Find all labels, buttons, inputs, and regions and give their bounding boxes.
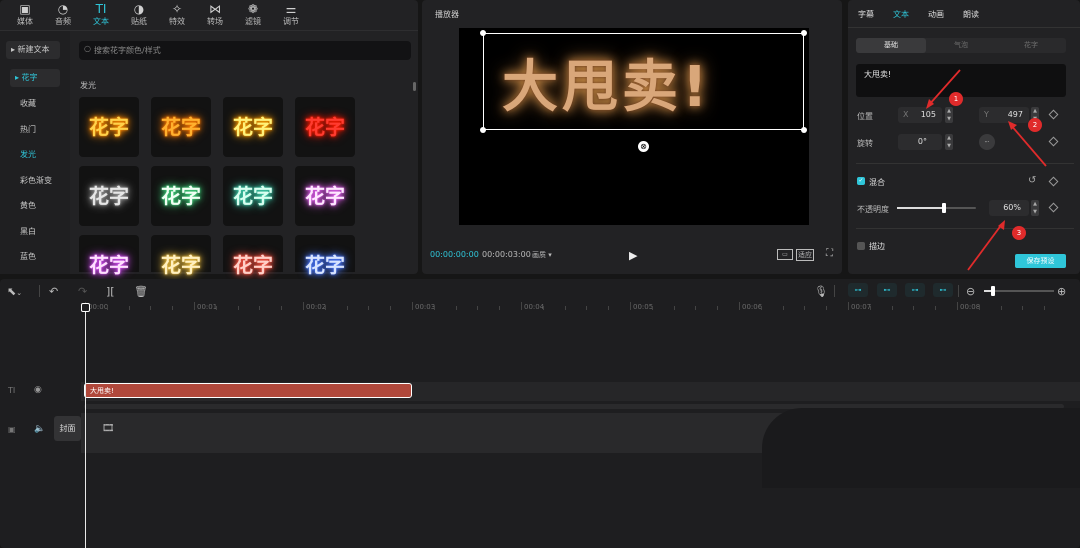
cover-button[interactable]: 封面 [54,416,81,441]
preview-axis-icon[interactable]: ⊷ [933,283,953,297]
ruler-minor-tick [259,306,261,310]
ruler-minor-tick [542,306,544,310]
ruler-tick-label: 00:04 [524,303,545,311]
select-tool-icon[interactable]: ⬉⌄ [7,285,22,298]
ruler-minor-tick [237,306,239,310]
snap-main-track-icon[interactable]: ⊶ [848,283,868,297]
cover-label: 封面 [59,424,76,433]
ruler-minor-tick [1000,306,1002,310]
ruler-minor-tick [869,306,871,310]
ruler-minor-tick [172,306,174,310]
ruler-minor-tick [215,306,217,310]
ruler-minor-tick [1022,306,1024,310]
undo-icon[interactable]: ↶ [49,285,58,298]
audio-mute-icon[interactable]: 🔈 [34,424,45,434]
playhead-line[interactable] [85,306,86,548]
ruler-minor-tick [564,306,566,310]
ruler-tick-line [739,302,740,310]
ruler-minor-tick [760,306,762,310]
ruler-tick-line [303,302,304,310]
zoom-out-icon[interactable]: ⊖ [966,285,975,298]
mic-icon[interactable]: 🎙 [814,285,828,298]
annotation-badge-1: 1 [949,92,963,106]
ruler-tick-label: 00:06 [742,303,763,311]
film-strip-icon: 🎞 [102,423,115,434]
ruler-tick-label: 00:07 [851,303,872,311]
auto-snap-icon[interactable]: ⊷ [877,283,897,297]
ruler-minor-tick [346,306,348,310]
ruler-tick-line [412,302,413,310]
ruler-minor-tick [586,306,588,310]
ruler-minor-tick [782,306,784,310]
ruler-tick-line [521,302,522,310]
ruler-tick-label: 00:05 [633,303,654,311]
ruler-minor-tick [324,306,326,310]
zoom-slider-knob[interactable] [991,286,995,296]
ruler-minor-tick [695,306,697,310]
ruler-minor-tick [935,306,937,310]
ruler-minor-tick [608,306,610,310]
text-track-icon: TI [8,386,16,395]
ruler-minor-tick [978,306,980,310]
annotation-badge-3: 3 [1012,226,1026,240]
ruler-minor-tick [1044,306,1046,310]
ruler-minor-tick [913,306,915,310]
ruler-minor-tick [477,306,479,310]
ruler-tick-label: 00:01 [197,303,218,311]
ruler-minor-tick [826,306,828,310]
video-track-icon: ▣ [8,425,16,434]
ruler-minor-tick [717,306,719,310]
ruler-tick-label: 00:00 [88,303,109,311]
text-clip[interactable]: 大甩卖! [84,383,412,398]
ruler-tick-line [194,302,195,310]
split-icon[interactable]: ][ [106,285,115,298]
linkage-icon[interactable]: ⊶ [905,283,925,297]
redo-icon[interactable]: ↷ [78,285,87,298]
delete-icon[interactable]: 🗑 [134,285,148,298]
ruler-minor-tick [106,306,108,310]
playhead-handle[interactable] [81,303,90,312]
ruler-tick-label: 00:08 [960,303,981,311]
annotation-badge-2: 2 [1028,118,1042,132]
ruler-tick-label: 00:03 [415,303,436,311]
toolbar-sep-2 [834,285,835,297]
ruler-tick-line [957,302,958,310]
toolbar-sep [39,285,40,297]
ruler-minor-tick [281,306,283,310]
ruler-tick-line [848,302,849,310]
zoom-slider[interactable] [984,286,1054,296]
ruler-tick-line [630,302,631,310]
ruler-minor-tick [368,306,370,310]
ruler-tick-label: 00:02 [306,303,327,311]
drop-area-shape [762,408,1080,488]
ruler-minor-tick [673,306,675,310]
ruler-minor-tick [128,306,130,310]
track-visibility-icon[interactable]: ◉ [34,385,42,395]
zoom-in-icon[interactable]: ⊕ [1057,285,1066,298]
ruler-minor-tick [455,306,457,310]
ruler-minor-tick [433,306,435,310]
ruler-minor-tick [390,306,392,310]
ruler-minor-tick [804,306,806,310]
ruler-minor-tick [891,306,893,310]
ruler-minor-tick [651,306,653,310]
ruler-minor-tick [499,306,501,310]
text-clip-label: 大甩卖! [90,387,114,395]
ruler-minor-tick [150,306,152,310]
toolbar-sep-3 [958,285,959,297]
